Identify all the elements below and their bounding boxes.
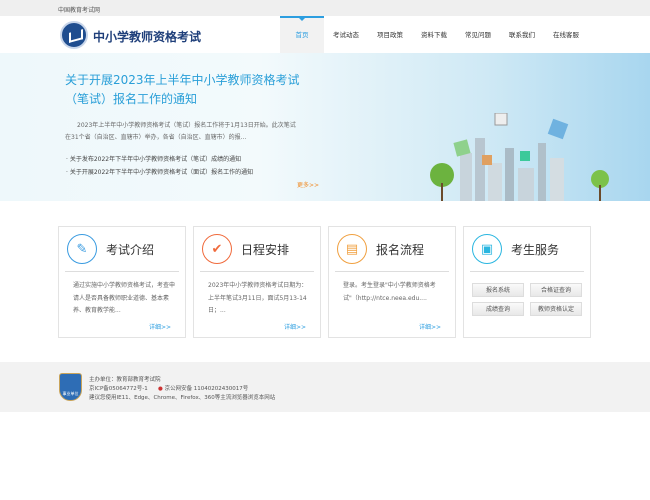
card-title[interactable]: 报名流程: [376, 241, 424, 258]
score-query-button[interactable]: 成绩查询: [472, 302, 524, 316]
public-institution-badge[interactable]: 事业单位: [59, 373, 82, 401]
card-exam-intro: ✎ 考试介绍 通过实施中小学教师资格考试，考查申请人是否具备教师职业道德、基本素…: [58, 226, 186, 338]
nav-home[interactable]: 首页: [280, 16, 324, 53]
main-nav: 首页 考试动态 项目政策 资料下载 常见问题 联系我们 在线客服: [280, 16, 588, 53]
more-link[interactable]: 更多>>: [297, 180, 319, 189]
divider: [200, 271, 314, 272]
city-illustration-icon: [430, 113, 609, 201]
card-title[interactable]: 日程安排: [241, 241, 289, 258]
police-record-link[interactable]: ● 京公网安备 11040202430017号: [158, 384, 248, 392]
card-body: 2023年中小学教师资格考试日期为：上半年笔试3月11日，面试5月13-14日；…: [208, 282, 308, 314]
card-title[interactable]: 考试介绍: [106, 241, 154, 258]
banner: 关于开展2023年上半年中小学教师资格考试（笔试）报名工作的通知 2023年上半…: [0, 53, 650, 201]
header: 中小学教师资格考试 首页 考试动态 项目政策 资料下载 常见问题 联系我们 在线…: [0, 16, 650, 53]
nav-policy[interactable]: 项目政策: [368, 16, 412, 53]
card-title[interactable]: 考生服务: [511, 241, 559, 258]
police-record-text: 京公网安备 11040202430017号: [164, 386, 249, 392]
card-registration: ▤ 报名流程 登录。考生登录"中小学教师资格考试"（http://ntce.ne…: [328, 226, 456, 338]
nav-downloads[interactable]: 资料下载: [412, 16, 456, 53]
logo-icon[interactable]: [60, 21, 88, 49]
top-bar: 中国教育考试网: [0, 0, 650, 16]
card-body: 通过实施中小学教师资格考试，考查申请人是否具备教师职业道德、基本素养、教育教学能…: [73, 282, 176, 314]
footer: 事业单位 主办单位：教育部教育考试院 京ICP备05064772号-1 ● 京公…: [0, 362, 650, 412]
icp-link[interactable]: 京ICP备05064772号-1: [89, 384, 148, 392]
news-item[interactable]: 关于发布2022年下半年中小学教师资格考试（笔试）成绩的通知: [66, 153, 253, 166]
browser-notice: 建议您使用IE11、Edge、Chrome、Firefox、360等主流浏览器浏…: [89, 395, 276, 401]
nav-exam-news[interactable]: 考试动态: [324, 16, 368, 53]
divider: [335, 271, 449, 272]
site-network-link[interactable]: 中国教育考试网: [58, 7, 100, 14]
headline-summary: 2023年上半年中小学教师资格考试（笔试）报名工作将于1月13日开始。此次笔试在…: [65, 122, 296, 141]
registration-system-button[interactable]: 报名系统: [472, 283, 524, 297]
contact-book-icon: ▣: [472, 234, 502, 264]
nav-contact[interactable]: 联系我们: [500, 16, 544, 53]
details-link[interactable]: 详细>>: [419, 322, 441, 331]
card-body: 登录。考生登录"中小学教师资格考试"（http://ntce.neea.edu.…: [343, 282, 436, 302]
card-schedule: ✔ 日程安排 2023年中小学教师资格考试日期为：上半年笔试3月11日，面试5月…: [193, 226, 321, 338]
police-emblem-icon: ●: [158, 386, 163, 392]
divider: [65, 271, 179, 272]
site-title[interactable]: 中小学教师资格考试: [93, 28, 201, 45]
nav-faq[interactable]: 常见问题: [456, 16, 500, 53]
document-icon: ✎: [67, 234, 97, 264]
details-link[interactable]: 详细>>: [149, 322, 171, 331]
qualification-certification-button[interactable]: 教师资格认定: [530, 302, 582, 316]
sponsor-text: 主办单位：教育部教育考试院: [89, 377, 161, 383]
divider: [470, 271, 584, 272]
checkmark-icon: ✔: [202, 234, 232, 264]
details-link[interactable]: 详细>>: [284, 322, 306, 331]
headline-link[interactable]: 关于开展2023年上半年中小学教师资格考试（笔试）报名工作的通知: [65, 71, 310, 109]
form-edit-icon: ▤: [337, 234, 367, 264]
news-list: 关于发布2022年下半年中小学教师资格考试（笔试）成绩的通知 关于开展2022年…: [66, 153, 253, 179]
card-candidate-services: ▣ 考生服务 报名系统 合格证查询 成绩查询 教师资格认定: [463, 226, 591, 338]
nav-online-service[interactable]: 在线客服: [544, 16, 588, 53]
news-item[interactable]: 关于开展2022年下半年中小学教师资格考试（面试）报名工作的通知: [66, 166, 253, 179]
certificate-query-button[interactable]: 合格证查询: [530, 283, 582, 297]
